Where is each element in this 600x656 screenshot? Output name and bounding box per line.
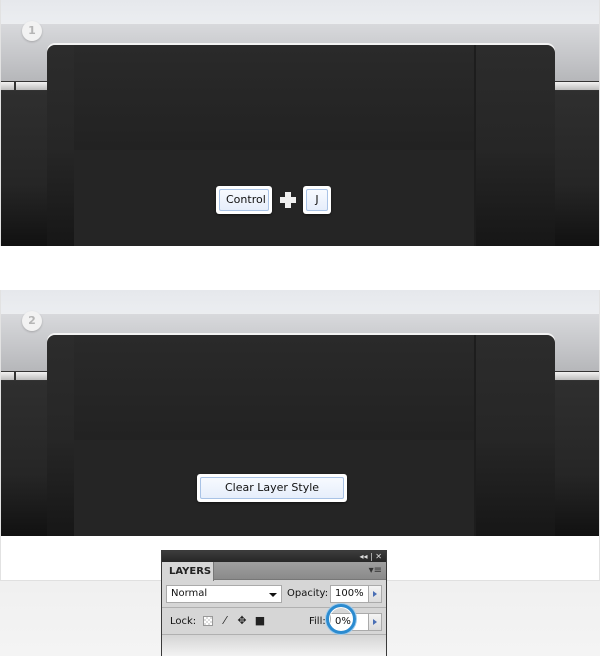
fill-stepper-icon[interactable] bbox=[368, 613, 382, 631]
lock-position-move-icon[interactable]: ✥ bbox=[236, 614, 248, 628]
plus-icon bbox=[280, 192, 296, 208]
blend-opacity-row: Normal Opacity: 100% bbox=[162, 582, 386, 608]
screen bbox=[47, 45, 555, 246]
clear-layer-style-button[interactable]: Clear Layer Style bbox=[197, 474, 347, 502]
blend-mode-select[interactable]: Normal bbox=[166, 585, 282, 603]
button-label: Clear Layer Style bbox=[200, 477, 344, 499]
left-ledge bbox=[1, 81, 47, 91]
layers-panel: ◂◂ | ✕ LAYERS ▾≡ Normal Opacity: 100% Lo… bbox=[161, 550, 387, 656]
panel-tabs: LAYERS ▾≡ bbox=[162, 562, 386, 581]
blend-mode-value: Normal bbox=[171, 588, 208, 599]
fill-highlight-circle bbox=[326, 604, 356, 634]
key-j: J bbox=[303, 186, 331, 214]
tab-layers[interactable]: LAYERS bbox=[162, 562, 214, 581]
key-control: Control bbox=[216, 186, 272, 214]
panel-titlebar: ◂◂ | ✕ bbox=[162, 551, 386, 562]
opacity-label: Opacity: bbox=[287, 588, 329, 599]
screen-inner bbox=[74, 45, 474, 246]
top-band bbox=[1, 0, 599, 26]
top-band bbox=[1, 290, 599, 316]
lock-label: Lock: bbox=[170, 616, 197, 627]
lock-all-padlock-icon[interactable]: ■ bbox=[254, 614, 266, 628]
key-label: J bbox=[306, 189, 328, 211]
lock-transparent-pixels-icon[interactable] bbox=[203, 616, 213, 626]
collapse-close-icons[interactable]: ◂◂ | ✕ bbox=[359, 551, 382, 562]
lock-image-pixels-brush-icon[interactable]: ⁄ bbox=[219, 614, 231, 628]
left-ledge bbox=[1, 371, 47, 381]
panel-fade bbox=[162, 636, 386, 656]
opacity-input[interactable]: 100% bbox=[330, 585, 370, 603]
screen bbox=[47, 335, 555, 536]
screen-inner bbox=[74, 335, 474, 536]
opacity-stepper-icon[interactable] bbox=[368, 585, 382, 603]
chevron-down-icon bbox=[269, 593, 277, 597]
panel-menu-icon[interactable]: ▾≡ bbox=[369, 565, 382, 577]
key-label: Control bbox=[219, 189, 269, 211]
fill-label: Fill: bbox=[309, 616, 326, 627]
right-ledge bbox=[553, 371, 599, 381]
step-number-badge: 1 bbox=[22, 21, 42, 41]
step-1-panel: 1 Control J bbox=[0, 0, 600, 246]
step-number-badge: 2 bbox=[22, 311, 42, 331]
tutorial-illustration: 1 Control J 2 Clear Layer Style ◂◂ | ✕ L… bbox=[0, 0, 600, 656]
right-ledge bbox=[553, 81, 599, 91]
